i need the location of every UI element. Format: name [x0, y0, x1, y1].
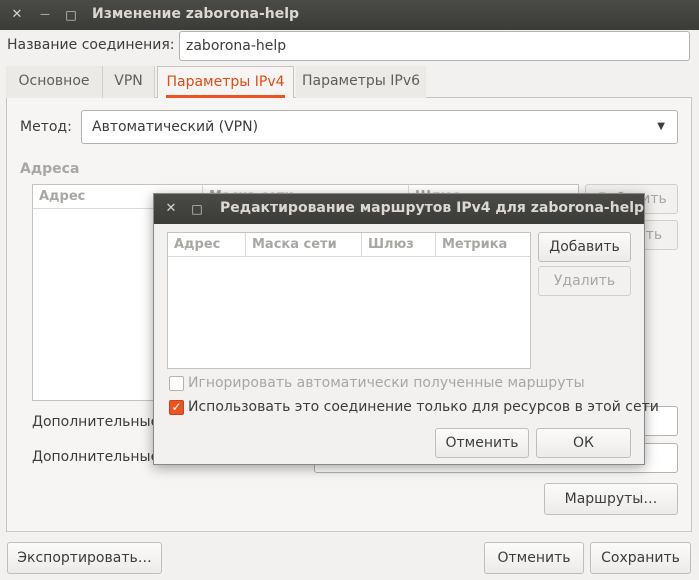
tab-ipv4[interactable]: Параметры IPv4: [157, 66, 294, 98]
extra-label-1: Дополнительные: [32, 414, 160, 430]
minimize-icon[interactable]: —: [36, 6, 54, 24]
ignore-auto-routes-checkbox[interactable]: [169, 376, 184, 391]
export-button[interactable]: Экспортировать…: [7, 542, 162, 574]
addresses-heading: Адреса: [20, 161, 80, 177]
routes-button[interactable]: Маршруты…: [544, 483, 678, 515]
routes-cancel-button[interactable]: Отменить: [435, 428, 529, 458]
tab-bar: Основное VPN Параметры IPv4 Параметры IP…: [6, 66, 692, 98]
extra-label-2: Дополнительные: [32, 449, 160, 465]
tab-ipv6[interactable]: Параметры IPv6: [296, 66, 426, 98]
only-local-resources-checkbox[interactable]: ✓: [169, 400, 184, 415]
window-title: Изменение zaborona-help: [92, 6, 300, 22]
routes-delete-button[interactable]: Удалить: [538, 266, 631, 296]
routes-ok-button[interactable]: ОК: [536, 428, 631, 458]
chevron-down-icon: ▼: [657, 121, 665, 132]
connection-name-input[interactable]: zaborona-help: [179, 31, 690, 61]
routes-add-button[interactable]: Добавить: [538, 232, 631, 262]
method-value: Автоматический (VPN): [92, 119, 259, 135]
cancel-button[interactable]: Отменить: [484, 542, 584, 574]
close-icon[interactable]: ✕: [8, 6, 26, 24]
routes-col-netmask: Маска сети: [246, 233, 362, 257]
dialog-close-icon[interactable]: ✕: [162, 200, 180, 218]
method-label: Метод:: [20, 119, 72, 135]
routes-dialog-titlebar: ✕ □ Редактирование маршрутов IPv4 для za…: [154, 194, 644, 224]
only-local-resources-label: Использовать это соединение только для р…: [188, 399, 659, 415]
routes-col-address: Адрес: [168, 233, 246, 257]
method-select[interactable]: Автоматический (VPN) ▼: [81, 110, 678, 144]
routes-col-gateway: Шлюз: [362, 233, 436, 257]
routes-col-metric: Метрика: [436, 233, 530, 257]
maximize-icon[interactable]: □: [62, 6, 80, 24]
main-titlebar: ✕ — □ Изменение zaborona-help: [0, 0, 699, 30]
dialog-maximize-icon[interactable]: □: [188, 200, 206, 218]
ignore-auto-routes-label: Игнорировать автоматически полученные ма…: [188, 375, 585, 391]
routes-dialog-title: Редактирование маршрутов IPv4 для zaboro…: [220, 200, 645, 216]
tab-vpn[interactable]: VPN: [103, 66, 155, 98]
save-button[interactable]: Сохранить: [590, 542, 691, 574]
connection-name-label: Название соединения:: [7, 37, 175, 53]
tab-general[interactable]: Основное: [6, 66, 103, 98]
routes-table[interactable]: Адрес Маска сети Шлюз Метрика: [167, 232, 531, 369]
routes-dialog: ✕ □ Редактирование маршрутов IPv4 для za…: [153, 193, 659, 465]
